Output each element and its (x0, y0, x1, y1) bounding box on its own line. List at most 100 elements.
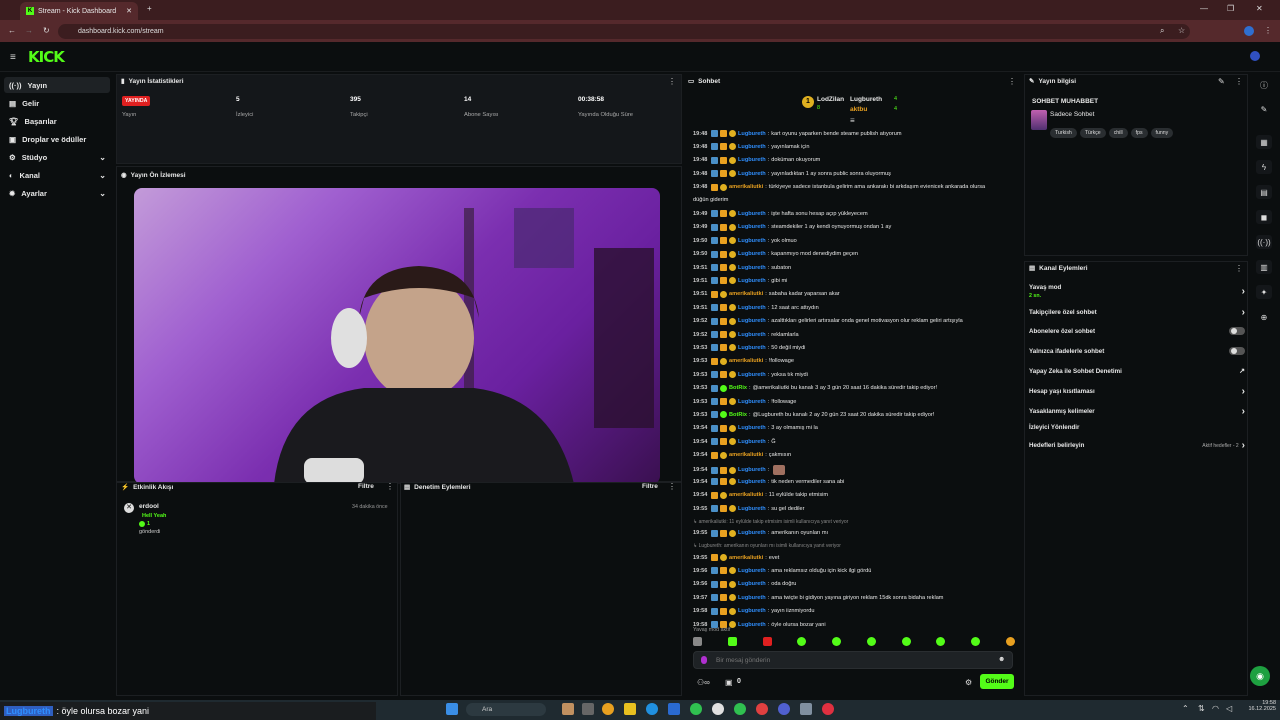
message-username[interactable]: BotRix (729, 412, 747, 418)
action-goals[interactable]: Hedefleri belirleyin Aktif hedefler - 2 › (1029, 440, 1245, 451)
taskbar-app-icon[interactable] (668, 703, 680, 715)
message-username[interactable]: Lugbureth (738, 144, 766, 150)
sidebar-item-basarilar[interactable]: 🏆︎ Başarılar (4, 113, 110, 129)
sidebar-item-yayin[interactable]: ((·)) Yayın (4, 77, 110, 93)
action-raid[interactable]: İzleyici Yönlendir (1029, 424, 1245, 431)
message-username[interactable]: Lugbureth (738, 479, 766, 485)
message-username[interactable]: Lugbureth (738, 506, 766, 512)
message-username[interactable]: BotRix (729, 385, 747, 391)
taskbar-app-icon[interactable] (822, 703, 834, 715)
action-banned-words[interactable]: Yasaklanmış kelimeler › (1029, 406, 1245, 417)
message-username[interactable]: Lugbureth (738, 332, 766, 338)
emote-icon[interactable] (971, 637, 981, 646)
forward-icon[interactable]: → (25, 26, 33, 35)
taskbar-clock[interactable]: 19:58 16.12.2025 (1240, 700, 1276, 712)
activity-menu-icon[interactable]: ⋮ (386, 482, 394, 491)
stream-preview-video[interactable] (134, 188, 660, 484)
message-username[interactable]: Lugbureth (738, 399, 766, 405)
action-followers-only[interactable]: Takipçilere özel sohbet › (1029, 307, 1245, 318)
moderation-menu-icon[interactable]: ⋮ (668, 482, 676, 491)
message-username[interactable]: Lugbureth (738, 345, 766, 351)
start-button[interactable] (446, 703, 458, 715)
close-window-icon[interactable]: ✕ (1256, 4, 1263, 13)
help-chat-icon[interactable]: ◉ (1250, 666, 1270, 686)
message-username[interactable]: Lugbureth (738, 608, 766, 614)
bookmark-star-icon[interactable]: ☆ (1178, 26, 1185, 35)
wifi-icon[interactable]: ◠ (1212, 704, 1219, 713)
stream-category[interactable]: Sadece Sohbet (1050, 111, 1094, 118)
activity-user[interactable]: erdool (139, 503, 159, 510)
taskbar-app-icon[interactable] (800, 703, 812, 715)
chat-menu-icon[interactable]: ⋮ (1008, 77, 1016, 86)
action-ai-moderation[interactable]: Yapay Zeka ile Sohbet Denetimi ↗ (1029, 367, 1245, 376)
taskbar-app-icon[interactable] (756, 703, 768, 715)
broadcast-icon[interactable]: ((·)) (1256, 235, 1272, 249)
grid-icon[interactable]: ▥ (1256, 260, 1272, 274)
message-username[interactable]: amerikaliutki (729, 291, 763, 297)
action-account-age[interactable]: Hesap yaşı kısıtlaması › (1029, 386, 1245, 397)
emote-icon[interactable] (762, 637, 772, 646)
browser-tab[interactable]: K Stream - Kick Dashboard ✕ (20, 2, 138, 20)
minimize-icon[interactable]: — (1200, 4, 1208, 13)
document-icon[interactable]: ▤ (1256, 185, 1272, 199)
message-username[interactable]: Lugbureth (738, 278, 766, 284)
emote-icon[interactable] (936, 637, 946, 646)
profile-avatar[interactable] (1244, 26, 1254, 36)
message-username[interactable]: Lugbureth (738, 622, 766, 628)
maximize-icon[interactable]: ❐ (1227, 4, 1234, 13)
hamburger-menu-icon[interactable]: ≡ (10, 52, 16, 63)
emotes-only-toggle[interactable] (1229, 347, 1245, 355)
emoji-picker-icon[interactable]: ☻ (998, 656, 1005, 663)
message-username[interactable]: Lugbureth (738, 157, 766, 163)
message-username[interactable]: Lugbureth (738, 305, 766, 311)
add-widget-icon[interactable]: ⊕ (1256, 310, 1272, 324)
chat-settings-icon[interactable]: ⚙ (965, 678, 972, 687)
emote-icon[interactable] (797, 637, 807, 646)
sidebar-item-gelir[interactable]: ▤ Gelir (4, 95, 110, 111)
moderation-filter-button[interactable]: Filtre (642, 483, 658, 490)
gift-icon[interactable]: ▣ (725, 678, 733, 687)
message-username[interactable]: amerikaliutki (729, 492, 763, 498)
edit-icon[interactable]: ✎ (1218, 77, 1225, 86)
emote-icon[interactable] (901, 637, 911, 646)
emote-icon[interactable] (693, 637, 702, 646)
reload-icon[interactable]: ↻ (43, 26, 50, 35)
tray-chevron-icon[interactable]: ⌃ (1182, 704, 1189, 713)
message-username[interactable]: Lugbureth (738, 265, 766, 271)
action-slow-mode[interactable]: Yavaş mod 2 sn. › (1029, 284, 1245, 299)
leader-2-name[interactable]: Lugbureth (850, 96, 882, 103)
new-tab-icon[interactable]: + (147, 4, 152, 13)
message-username[interactable]: Lugbureth (738, 171, 766, 177)
message-username[interactable]: Lugbureth (738, 131, 766, 137)
network-icon[interactable]: ⇅ (1198, 704, 1205, 713)
message-username[interactable]: amerikaliutki (729, 184, 763, 190)
message-username[interactable]: Lugbureth (738, 211, 766, 217)
emote-icon[interactable] (1005, 637, 1015, 646)
browser-menu-icon[interactable]: ⋮ (1264, 26, 1272, 35)
message-username[interactable]: Lugbureth (738, 439, 766, 445)
message-username[interactable]: amerikaliutki (729, 452, 763, 458)
sidebar-item-ayarlar[interactable]: ✹ Ayarlar ⌄ (4, 185, 110, 201)
user-avatar[interactable] (1250, 51, 1260, 61)
message-username[interactable]: Lugbureth (738, 251, 766, 257)
message-username[interactable]: Lugbureth (738, 467, 766, 473)
subscribers-only-toggle[interactable] (1229, 327, 1245, 335)
activity-filter-button[interactable]: Filtre (358, 483, 374, 490)
action-emotes-only[interactable]: Yalnızca ifadelerle sohbet (1029, 347, 1245, 355)
taskbar-app-icon[interactable] (690, 703, 702, 715)
sidebar-item-kanal[interactable]: ◐ Kanal ⌄ (4, 167, 110, 183)
bolt-icon[interactable]: ϟ (1256, 160, 1272, 174)
stream-info-menu-icon[interactable]: ⋮ (1235, 77, 1243, 86)
wrench-icon[interactable]: ✦ (1256, 285, 1272, 299)
message-username[interactable]: Lugbureth (738, 581, 766, 587)
info-icon[interactable]: ⓘ (1256, 78, 1272, 92)
stats-menu-icon[interactable]: ⋮ (668, 77, 676, 86)
leader-3-name[interactable]: aktbu (850, 106, 867, 113)
message-username[interactable]: amerikaliutki (729, 555, 763, 561)
message-username[interactable]: Lugbureth (738, 425, 766, 431)
message-username[interactable]: amerikaliutki (729, 358, 763, 364)
channel-actions-menu-icon[interactable]: ⋮ (1235, 264, 1243, 273)
chat-users-icon[interactable]: ⚇∞ (697, 678, 710, 687)
message-username[interactable]: Lugbureth (738, 595, 766, 601)
sidebar-item-droplar[interactable]: ▣ Droplar ve ödüller (4, 131, 110, 147)
